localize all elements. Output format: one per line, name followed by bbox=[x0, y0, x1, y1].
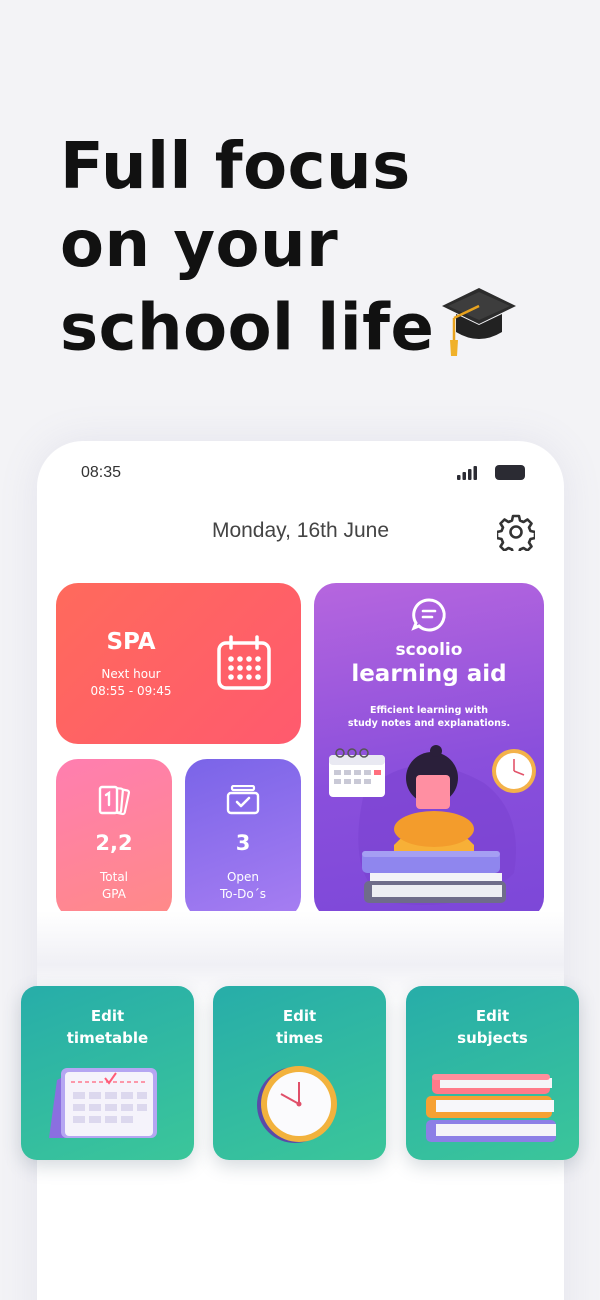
status-time: 08:35 bbox=[81, 464, 122, 481]
gear-icon[interactable] bbox=[497, 513, 535, 551]
headline: Full focus on your school life bbox=[60, 128, 518, 380]
calendar-illustration-icon bbox=[49, 1068, 157, 1138]
graduation-cap-icon bbox=[440, 284, 518, 380]
learning-aid-title: learning aid bbox=[351, 661, 507, 687]
cards-icon bbox=[56, 785, 172, 821]
learning-aid-brand: scoolio bbox=[395, 640, 463, 660]
edit-subjects-line-2: subjects bbox=[457, 1029, 528, 1047]
edit-subjects-line-1: Edit bbox=[475, 1007, 510, 1025]
todos-card[interactable]: 3 Open To-Do´s bbox=[185, 759, 301, 919]
headline-line-2: on your bbox=[60, 208, 339, 282]
edit-times-line-1: Edit bbox=[282, 1007, 317, 1025]
learning-aid-desc-2: study notes and explanations. bbox=[347, 718, 511, 729]
todos-label-1: Open bbox=[226, 870, 260, 884]
edit-timetable-line-1: Edit bbox=[90, 1007, 125, 1025]
gpa-label-2: GPA bbox=[102, 887, 126, 901]
edit-timetable-tile[interactable]: Edit timetable bbox=[21, 986, 194, 1160]
edit-timetable-line-2: timetable bbox=[66, 1029, 149, 1047]
student-reading-illustration bbox=[329, 745, 536, 905]
signal-icon bbox=[457, 466, 477, 480]
edit-times-tile[interactable]: Edit times bbox=[213, 986, 386, 1160]
clock-illustration-icon bbox=[257, 1066, 337, 1143]
learning-aid-card[interactable]: scoolio learning aid Efficient learning … bbox=[314, 583, 544, 919]
books-illustration-icon bbox=[426, 1074, 556, 1142]
gpa-label-1: Total bbox=[99, 870, 129, 884]
checkbox-tray-icon bbox=[185, 784, 301, 819]
calendar-icon bbox=[217, 635, 271, 690]
chat-bubble-icon bbox=[314, 597, 544, 637]
headline-line-1: Full focus bbox=[60, 130, 411, 204]
headline-line-3: school life bbox=[60, 284, 518, 380]
edit-subjects-tile[interactable]: Edit subjects bbox=[406, 986, 579, 1160]
learning-aid-desc-1: Efficient learning with bbox=[369, 705, 489, 716]
next-lesson-time: 08:55 - 09:45 bbox=[90, 684, 172, 698]
edit-times-line-2: times bbox=[275, 1029, 324, 1047]
gpa-value: 2,2 bbox=[95, 831, 133, 855]
next-lesson-card[interactable]: SPA Next hour 08:55 - 09:45 bbox=[56, 583, 301, 744]
date-header: Monday, 16th June bbox=[211, 519, 390, 542]
headline-line-3-text: school life bbox=[60, 291, 435, 366]
next-lesson-subject: SPA bbox=[106, 629, 156, 655]
battery-icon bbox=[495, 465, 525, 480]
phone-mockup: 08:35 Monday, 16th June SPA Next hour 08… bbox=[37, 441, 564, 1300]
todos-value: 3 bbox=[235, 831, 251, 855]
gpa-card[interactable]: 2,2 Total GPA bbox=[56, 759, 172, 919]
next-lesson-label: Next hour bbox=[101, 667, 161, 681]
todos-label-2: To-Do´s bbox=[219, 887, 267, 901]
